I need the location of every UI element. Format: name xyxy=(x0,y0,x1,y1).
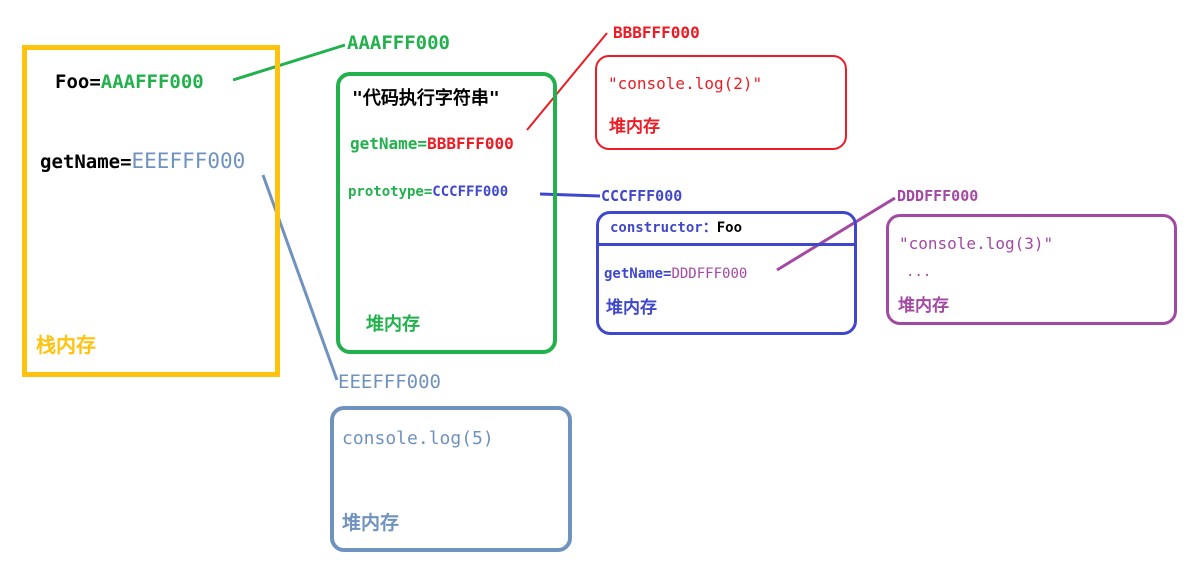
foo-prototype-label: prototype= xyxy=(348,184,433,200)
ddd-code-string: "console.log(3)" xyxy=(899,234,1054,253)
bbb-heap-title: 堆内存 xyxy=(609,117,660,137)
getname-label: getName= xyxy=(40,151,132,173)
foo-label: Foo= xyxy=(55,71,101,93)
ddd-heap-address: DDDFFF000 xyxy=(897,187,979,205)
constructor-label: constructor： xyxy=(610,220,717,236)
foo-heap-address: AAAFFF000 xyxy=(347,32,450,54)
ccc-divider xyxy=(596,243,857,246)
foo-getname-label: getName= xyxy=(350,134,428,153)
getname-value: EEEFFF000 xyxy=(131,149,246,173)
ccc-heap-title: 堆内存 xyxy=(606,298,657,318)
stack-memory-box xyxy=(22,45,280,377)
foo-value: AAAFFF000 xyxy=(100,71,204,93)
ccc-heap-address: CCCFFF000 xyxy=(601,187,683,205)
eee-heap-address: EEEFFF000 xyxy=(338,371,441,393)
memory-diagram: Foo=AAAFFF000 getName=EEEFFF000 栈内存 AAAF… xyxy=(0,0,1194,575)
eee-code-string: console.log(5) xyxy=(342,428,494,449)
foo-prototype-value: CCCFFF000 xyxy=(432,184,509,200)
ddd-heap-title: 堆内存 xyxy=(898,296,949,316)
foo-getname-entry: getName=BBBFFF000 xyxy=(350,136,514,152)
stack-title: 栈内存 xyxy=(36,333,96,357)
constructor-entry: constructor：Foo xyxy=(610,221,742,235)
bbb-heap-address: BBBFFF000 xyxy=(613,23,700,42)
constructor-value: Foo xyxy=(716,220,743,236)
foo-heap-box xyxy=(336,72,557,354)
foo-code-string: "代码执行字符串" xyxy=(352,88,500,109)
bbb-code-string: "console.log(2)" xyxy=(608,74,763,93)
foo-getname-value: BBBFFF000 xyxy=(427,134,514,153)
ccc-getname-label: getName= xyxy=(604,266,672,282)
eee-heap-title: 堆内存 xyxy=(342,512,400,534)
ccc-getname-value: DDDFFF000 xyxy=(671,266,748,282)
stack-getname-entry: getName=EEEFFF000 xyxy=(40,151,245,172)
ccc-getname-entry: getName=DDDFFF000 xyxy=(604,267,747,281)
ddd-ellipsis: ... xyxy=(906,264,932,280)
foo-heap-title: 堆内存 xyxy=(366,314,420,335)
foo-prototype-entry: prototype=CCCFFF000 xyxy=(348,185,508,199)
stack-foo-entry: Foo=AAAFFF000 xyxy=(55,73,204,92)
